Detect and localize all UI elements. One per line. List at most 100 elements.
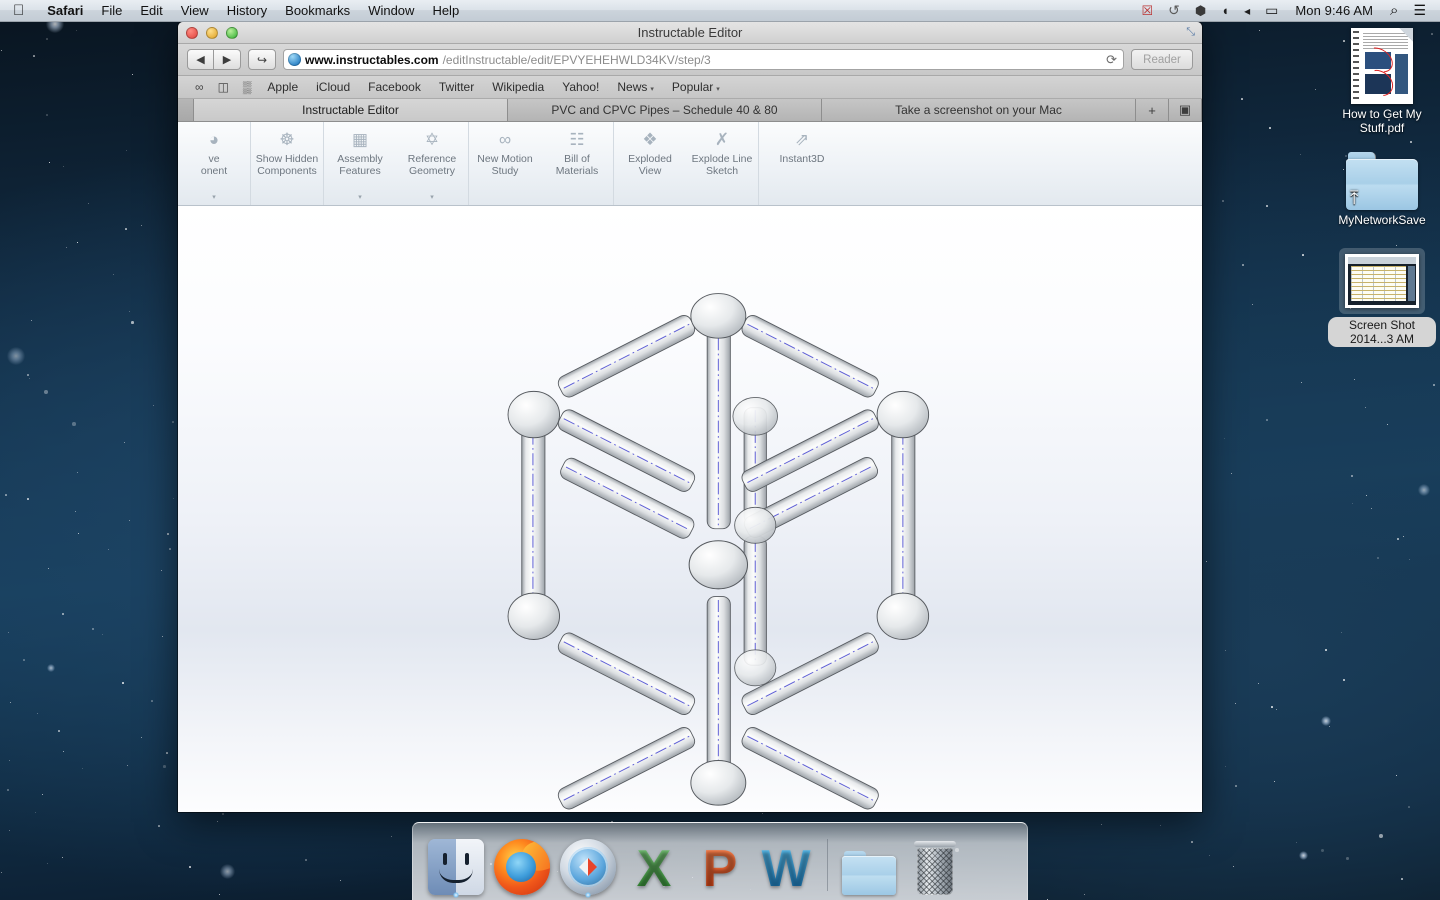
- reading-glasses-icon[interactable]: ∞: [188, 80, 211, 94]
- bookmark-facebook[interactable]: Facebook: [359, 80, 430, 94]
- spotlight-search-icon[interactable]: ⌕: [1384, 0, 1404, 22]
- notification-center-icon[interactable]: ☰: [1407, 0, 1432, 22]
- menu-item-edit[interactable]: Edit: [131, 0, 171, 22]
- ribbon-button-bill-of-materials[interactable]: ☷ Bill of Materials: [541, 122, 613, 205]
- url-host: www.instructables.com: [305, 53, 439, 67]
- dock-safari[interactable]: [557, 833, 619, 895]
- page-content[interactable]: ◕ ve onent ▾ ☸ Show Hidden Components ▦ …: [178, 122, 1202, 812]
- dock-finder[interactable]: [425, 833, 487, 895]
- forward-button[interactable]: ▶: [214, 49, 241, 70]
- ribbon-button-exploded-view[interactable]: ❖ Exploded View: [614, 122, 686, 205]
- menu-item-help[interactable]: Help: [423, 0, 468, 22]
- ribbon-button-explode-line-sketch-label: Explode Line Sketch: [686, 153, 758, 178]
- bookmark-apple[interactable]: Apple: [258, 80, 307, 94]
- menu-item-file[interactable]: File: [92, 0, 131, 22]
- navigation-buttons: ◀ ▶: [187, 49, 241, 70]
- address-bar[interactable]: www.instructables.com /editInstructable/…: [283, 49, 1124, 70]
- desktop-icon-folder-label: MyNetworkSave: [1338, 213, 1425, 227]
- new-motion-study-icon: ∞: [499, 127, 511, 153]
- dock-excel[interactable]: X: [623, 833, 685, 895]
- bookmark-icloud[interactable]: iCloud: [307, 80, 359, 94]
- desktop-icon-screenshot-label: Screen Shot 2014...3 AM: [1328, 317, 1436, 347]
- ribbon-button-assembly-features[interactable]: ▦ Assembly Features ▾: [324, 122, 396, 205]
- dock: X P W: [412, 822, 1028, 900]
- battery-icon[interactable]: ▭: [1259, 0, 1284, 22]
- site-globe-icon: [288, 53, 301, 66]
- desktop-icon-folder[interactable]: ⤒ MyNetworkSave: [1324, 152, 1440, 227]
- pdf-document-icon: [1351, 28, 1413, 104]
- menu-item-window[interactable]: Window: [359, 0, 423, 22]
- ribbon-button-move-component[interactable]: ◕ ve onent ▾: [178, 122, 250, 205]
- bluetooth-icon[interactable]: ⬢: [1189, 0, 1212, 22]
- pvc-pipe-cube-model[interactable]: [178, 206, 1202, 812]
- ribbon-button-instant3d[interactable]: ⇗ Instant3D: [759, 122, 845, 205]
- fullscreen-icon[interactable]: ⤡: [1186, 26, 1195, 39]
- menu-item-bookmarks[interactable]: Bookmarks: [276, 0, 359, 22]
- share-button[interactable]: ↪: [248, 49, 276, 70]
- chevron-down-icon[interactable]: ▾: [358, 194, 362, 205]
- bookmark-wikipedia[interactable]: Wikipedia: [483, 80, 553, 94]
- ribbon-button-bill-of-materials-label: Bill of Materials: [541, 153, 613, 178]
- ribbon-button-new-motion-study[interactable]: ∞ New Motion Study: [469, 122, 541, 205]
- wifi-icon[interactable]: ◖: [1215, 0, 1235, 22]
- ribbon-button-instant3d-label: Instant3D: [778, 153, 827, 165]
- bookmark-yahoo[interactable]: Yahoo!: [553, 80, 608, 94]
- ribbon-button-show-hidden-components-label: Show Hidden Components: [251, 153, 323, 178]
- chevron-down-icon: ▾: [650, 86, 654, 93]
- ribbon-button-show-hidden-components[interactable]: ☸ Show Hidden Components: [251, 122, 323, 205]
- chevron-down-icon[interactable]: ▾: [212, 194, 216, 205]
- word-icon: W: [761, 843, 810, 895]
- alias-arrow-icon: ⤒: [1350, 189, 1358, 208]
- ribbon-button-explode-line-sketch[interactable]: ✗ Explode Line Sketch: [686, 122, 758, 205]
- dock-powerpoint[interactable]: P: [689, 833, 751, 895]
- tab-instructable-editor[interactable]: Instructable Editor: [194, 99, 508, 121]
- excel-icon: X: [637, 843, 672, 895]
- ribbon-button-assembly-features-label: Assembly Features: [324, 153, 396, 178]
- ribbon-group-features: ▦ Assembly Features ▾ ✡ Reference Geomet…: [324, 122, 469, 205]
- tab-pvc-pipes[interactable]: PVC and CPVC Pipes – Schedule 40 & 80: [508, 99, 822, 121]
- menu-item-safari[interactable]: Safari: [38, 0, 92, 22]
- window-title-bar[interactable]: Instructable Editor ⤡: [178, 22, 1202, 44]
- running-indicator: [453, 892, 459, 898]
- top-sites-grid-icon[interactable]: ▒: [236, 80, 259, 94]
- ribbon-button-reference-geometry[interactable]: ✡ Reference Geometry ▾: [396, 122, 468, 205]
- reference-geometry-icon: ✡: [425, 127, 439, 153]
- instant3d-icon: ⇗: [795, 127, 809, 153]
- tab-bar: Instructable Editor PVC and CPVC Pipes –…: [178, 99, 1202, 122]
- powerpoint-icon: P: [703, 843, 738, 895]
- new-tab-button[interactable]: +: [1136, 99, 1169, 121]
- reader-button[interactable]: Reader: [1131, 49, 1193, 70]
- ribbon-group-instant3d: ⇗ Instant3D: [759, 122, 845, 205]
- apple-logo-icon[interactable]: : [13, 3, 24, 18]
- menu-item-history[interactable]: History: [218, 0, 276, 22]
- dropbox-error-icon[interactable]: ☒: [1135, 0, 1159, 22]
- url-path: /editInstructable/edit/EPVYEHEHWLD34KV/s…: [443, 53, 711, 67]
- firefox-icon: [494, 839, 550, 895]
- menu-bar-clock[interactable]: Mon 9:46 AM: [1287, 3, 1381, 18]
- show-all-tabs-button[interactable]: ▣: [1169, 99, 1202, 121]
- folder-icon: [842, 851, 896, 895]
- back-button[interactable]: ◀: [187, 49, 214, 70]
- bookmark-popular[interactable]: Popular ▾: [663, 80, 729, 94]
- tab-screenshot-help[interactable]: Take a screenshot on your Mac: [822, 99, 1136, 121]
- dock-trash[interactable]: [904, 833, 966, 895]
- desktop-icon-pdf[interactable]: How to Get My Stuff.pdf: [1324, 28, 1440, 135]
- bookmark-news[interactable]: News ▾: [608, 80, 663, 94]
- reload-icon[interactable]: ⟳: [1106, 52, 1119, 68]
- bookmark-twitter[interactable]: Twitter: [430, 80, 483, 94]
- ribbon-button-new-motion-study-label: New Motion Study: [469, 153, 541, 178]
- ribbon-group-show-hidden: ☸ Show Hidden Components: [251, 122, 324, 205]
- menu-item-view[interactable]: View: [172, 0, 218, 22]
- dock-firefox[interactable]: [491, 833, 553, 895]
- desktop-icon-screenshot[interactable]: Screen Shot 2014...3 AM: [1324, 248, 1440, 347]
- dock-documents-folder[interactable]: [838, 833, 900, 895]
- safari-window[interactable]: Instructable Editor ⤡ ◀ ▶ ↪ www.instruct…: [178, 22, 1202, 812]
- assembly-features-icon: ▦: [352, 127, 368, 153]
- dock-word[interactable]: W: [755, 833, 817, 895]
- chevron-down-icon[interactable]: ▾: [430, 194, 434, 205]
- explode-line-sketch-icon: ✗: [715, 127, 729, 153]
- volume-icon[interactable]: ◂: [1238, 0, 1256, 22]
- cad-viewport[interactable]: [178, 206, 1202, 812]
- open-book-icon[interactable]: ◫: [211, 80, 236, 94]
- time-machine-icon[interactable]: ↺: [1162, 0, 1186, 22]
